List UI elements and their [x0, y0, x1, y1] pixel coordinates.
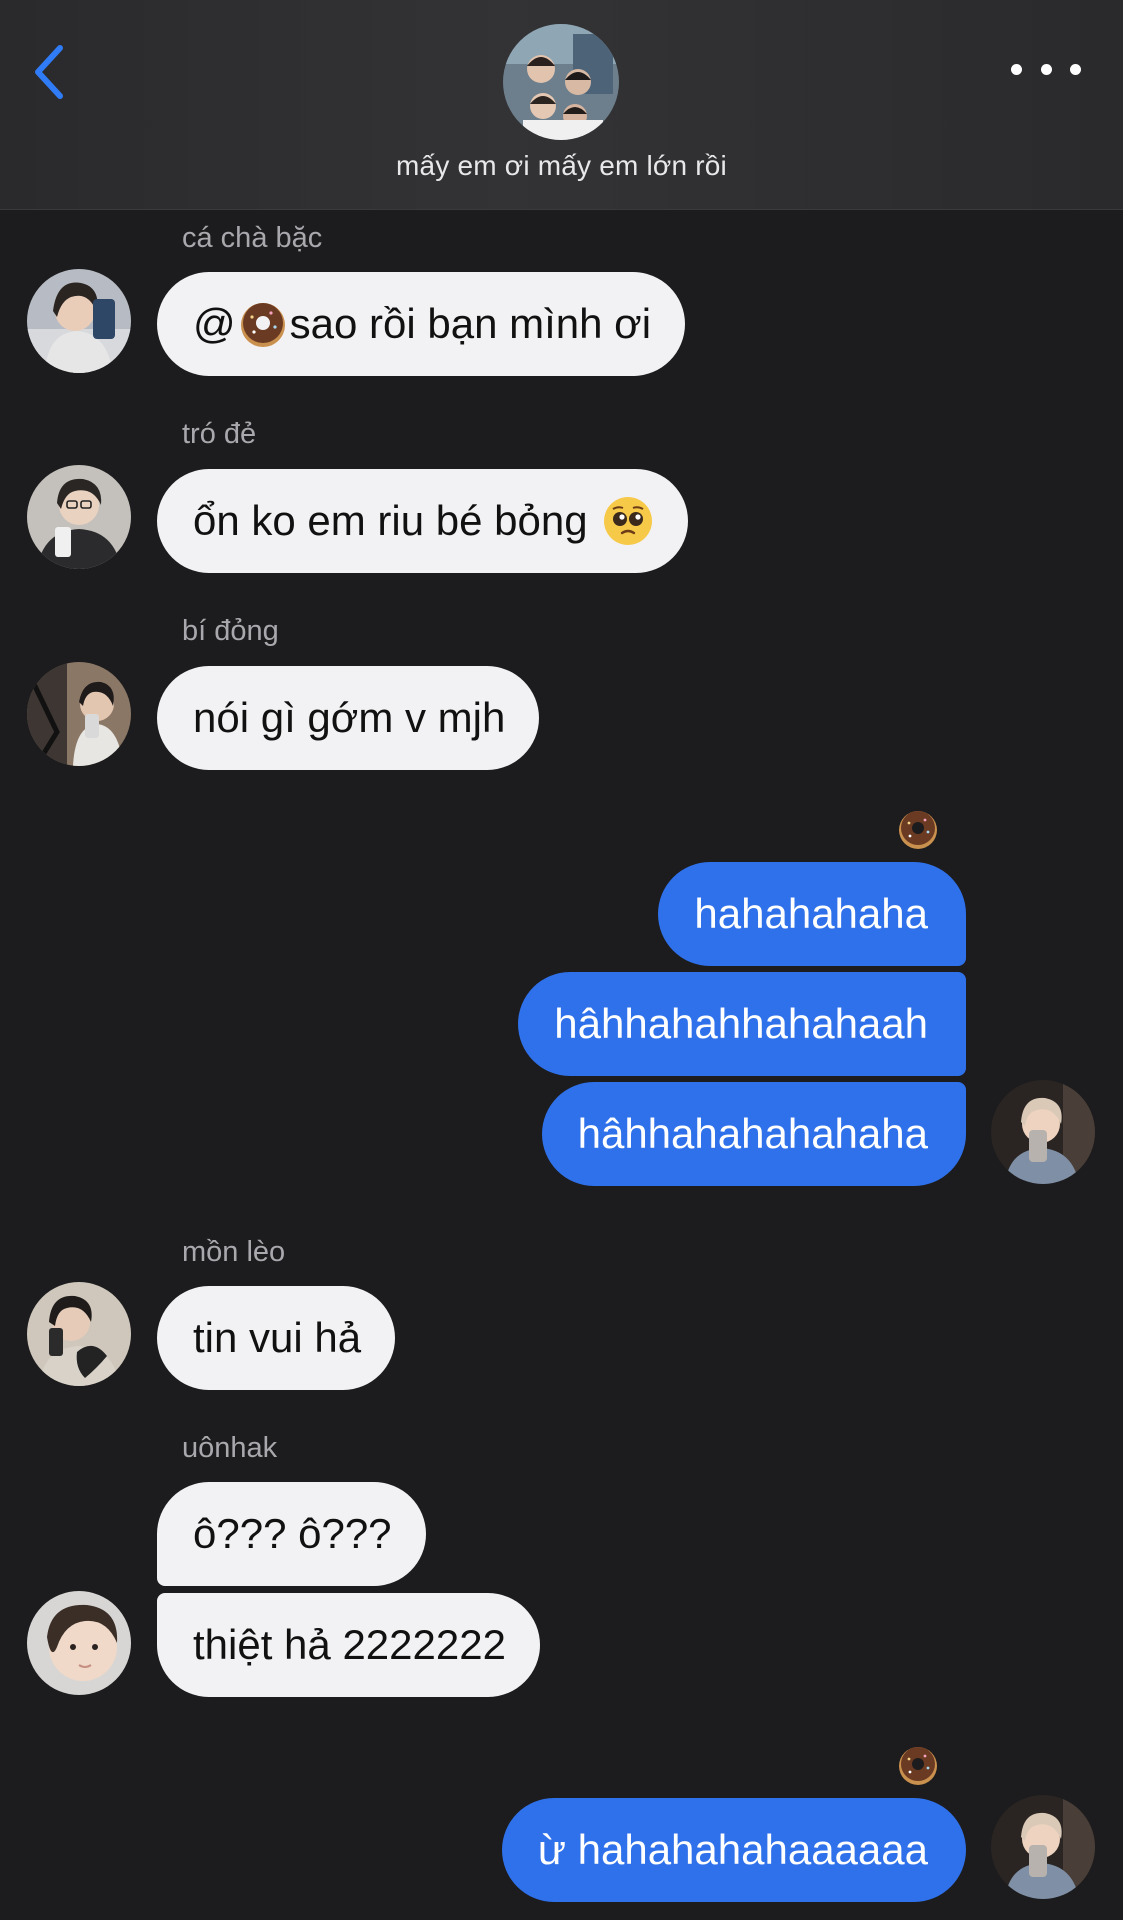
- message-bubble-outgoing[interactable]: hâhhahahhahahaah: [518, 972, 966, 1076]
- message-text: ừ hahahahahaaaaaa: [537, 1826, 928, 1873]
- message-text: thiệt hả 2222222: [193, 1621, 506, 1668]
- message-bubble[interactable]: @ sao rồi bạn mình ơi: [157, 272, 686, 376]
- sender-name: cá chà bặc: [182, 222, 323, 254]
- sender-name: uônhak: [182, 1432, 278, 1464]
- chat-screen: mấy em ơi mấy em lớn rồi cá chà bặc @ sa…: [0, 0, 1123, 1920]
- donut-emoji-icon: [240, 303, 285, 347]
- message-bubble[interactable]: thiệt hả 2222222: [157, 1593, 540, 1697]
- message-bubble[interactable]: nói gì gớm v mjh: [157, 666, 540, 770]
- message-text: hâhhahahhahahaah: [554, 1000, 928, 1047]
- avatar[interactable]: [27, 1591, 131, 1695]
- mention-prefix: @: [193, 300, 236, 347]
- chat-header: mấy em ơi mấy em lớn rồi: [0, 0, 1123, 210]
- avatar[interactable]: [27, 269, 131, 373]
- more-options-button[interactable]: [1011, 50, 1081, 88]
- donut-emoji-icon: [899, 1747, 937, 1785]
- more-dots-icon: [1011, 63, 1022, 75]
- pleading-face-emoji-icon: [603, 497, 652, 545]
- message-text: sao rồi bạn mình ơi: [289, 300, 652, 347]
- back-chevron-icon: [35, 45, 63, 99]
- sender-name: mồn lèo: [182, 1236, 286, 1268]
- avatar[interactable]: [27, 1282, 131, 1386]
- message-text: nói gì gớm v mjh: [193, 694, 506, 741]
- message-text: ô??? ô???: [193, 1510, 392, 1557]
- sender-name: bí đỏng: [182, 615, 279, 647]
- message-bubble[interactable]: ổn ko em riu bé bỏng: [157, 469, 688, 573]
- message-bubble-outgoing[interactable]: ừ hahahahahaaaaaa: [501, 1798, 966, 1902]
- message-text: ổn ko em riu bé bỏng: [193, 497, 588, 544]
- message-text: hâhhahahahahaha: [577, 1110, 928, 1157]
- avatar[interactable]: [27, 465, 131, 569]
- message-bubble-outgoing[interactable]: hâhhahahahahaha: [541, 1082, 966, 1186]
- avatar[interactable]: [991, 1795, 1095, 1899]
- sender-name: tró đẻ: [182, 418, 257, 450]
- avatar[interactable]: [27, 662, 131, 766]
- message-bubble[interactable]: tin vui hả: [157, 1286, 396, 1390]
- group-title: mấy em ơi mấy em lớn rồi: [396, 150, 727, 181]
- message-text: hahahahaha: [694, 890, 928, 937]
- message-bubble-outgoing[interactable]: hahahahaha: [658, 862, 966, 966]
- message-text: tin vui hả: [193, 1314, 362, 1361]
- back-button[interactable]: [28, 42, 72, 102]
- avatar[interactable]: [991, 1080, 1095, 1184]
- group-avatar[interactable]: [503, 24, 619, 140]
- donut-emoji-icon: [899, 811, 937, 849]
- message-bubble[interactable]: ô??? ô???: [157, 1482, 426, 1586]
